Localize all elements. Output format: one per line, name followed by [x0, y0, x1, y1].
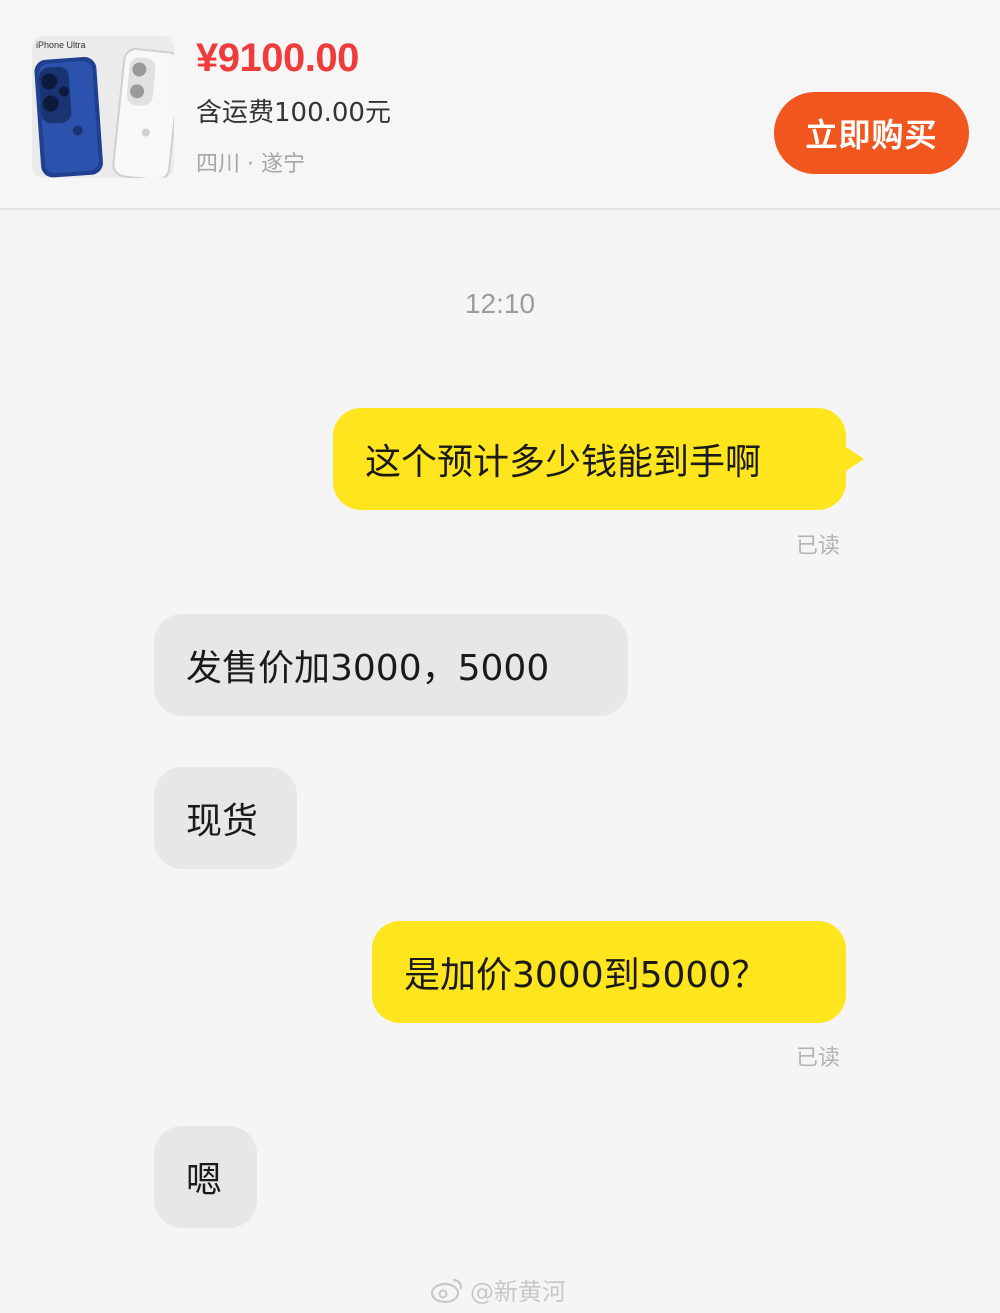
message-text: 发售价加3000，5000: [186, 648, 550, 689]
incoming-message-bubble[interactable]: 发售价加3000，5000: [154, 614, 628, 716]
outgoing-message-bubble[interactable]: 是加价3000到5000？: [372, 921, 846, 1023]
weibo-icon: [430, 1278, 463, 1303]
incoming-message-bubble[interactable]: 嗯: [154, 1126, 257, 1228]
thumbnail-caption: iPhone Ultra: [36, 40, 86, 50]
message-text: 现货: [186, 801, 259, 842]
seller-location: 四川 · 遂宁: [196, 152, 305, 177]
message-text: 这个预计多少钱能到手啊: [365, 442, 762, 483]
outgoing-message-bubble[interactable]: 这个预计多少钱能到手啊: [333, 408, 846, 510]
chat-timestamp: 12:10: [464, 288, 536, 319]
watermark-text: @新黄河: [470, 1278, 566, 1306]
buy-now-button[interactable]: 立即购买: [774, 92, 969, 174]
read-receipt: 已读: [796, 534, 841, 559]
incoming-message-bubble[interactable]: 现货: [154, 767, 297, 869]
shipping-fee: 含运费100.00元: [196, 98, 391, 128]
phone-image: [32, 36, 174, 178]
read-receipt: 已读: [796, 1046, 841, 1071]
watermark: @新黄河: [430, 1272, 566, 1307]
product-card[interactable]: iPhone Ultra ¥9100.00 含运费100.00元 四川 · 遂宁…: [0, 0, 1000, 210]
product-thumbnail[interactable]: iPhone Ultra: [32, 36, 174, 178]
bubble-tail: [846, 447, 864, 471]
message-text: 嗯: [186, 1160, 223, 1201]
message-text: 是加价3000到5000？: [404, 955, 768, 996]
product-price: ¥9100.00: [196, 36, 359, 80]
